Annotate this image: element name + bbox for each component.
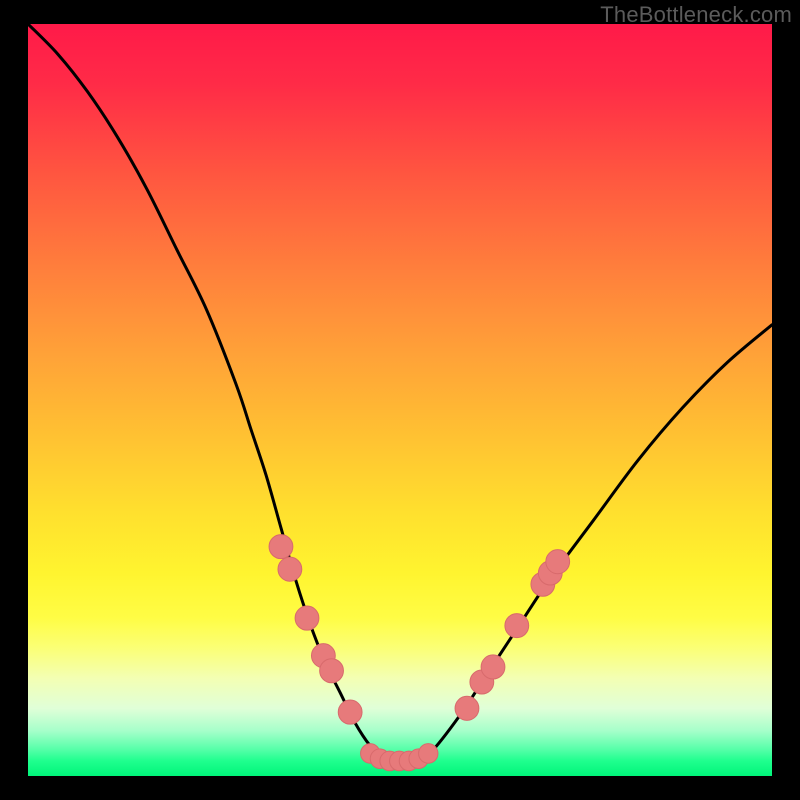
plot-background-gradient xyxy=(28,24,772,776)
watermark-label: TheBottleneck.com xyxy=(600,2,792,28)
chart-frame xyxy=(28,24,772,776)
